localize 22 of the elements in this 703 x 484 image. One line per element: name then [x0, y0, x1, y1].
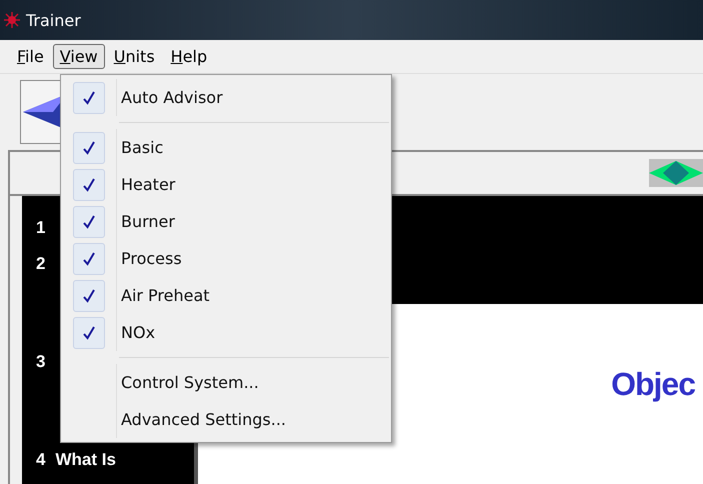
- menu-item[interactable]: File: [10, 44, 51, 69]
- menu-option[interactable]: Air Preheat: [61, 277, 391, 314]
- sidebar-number: 4: [36, 450, 46, 470]
- menu-option[interactable]: Auto Advisor: [61, 79, 391, 116]
- window-title: Trainer: [26, 10, 81, 30]
- sidebar-item[interactable]: What Is: [55, 450, 116, 470]
- menu-option[interactable]: Basic: [61, 129, 391, 166]
- heading: Objec: [611, 366, 695, 404]
- menu-item[interactable]: Help: [164, 44, 214, 69]
- menu-option[interactable]: NOx: [61, 314, 391, 351]
- sidebar-number: 1: [36, 218, 46, 238]
- menu-option[interactable]: Control System...: [61, 364, 391, 401]
- menu-option[interactable]: Burner: [61, 203, 391, 240]
- diamond-icon[interactable]: [649, 159, 703, 187]
- menu-option[interactable]: Process: [61, 240, 391, 277]
- sidebar-number: 3: [36, 352, 46, 372]
- app-icon: [4, 12, 20, 28]
- menu-option[interactable]: Heater: [61, 166, 391, 203]
- menu-item[interactable]: Units: [106, 44, 162, 69]
- menu-item[interactable]: View: [52, 44, 105, 69]
- sidebar-number: 2: [36, 254, 46, 274]
- menu-option[interactable]: Advanced Settings...: [61, 401, 391, 438]
